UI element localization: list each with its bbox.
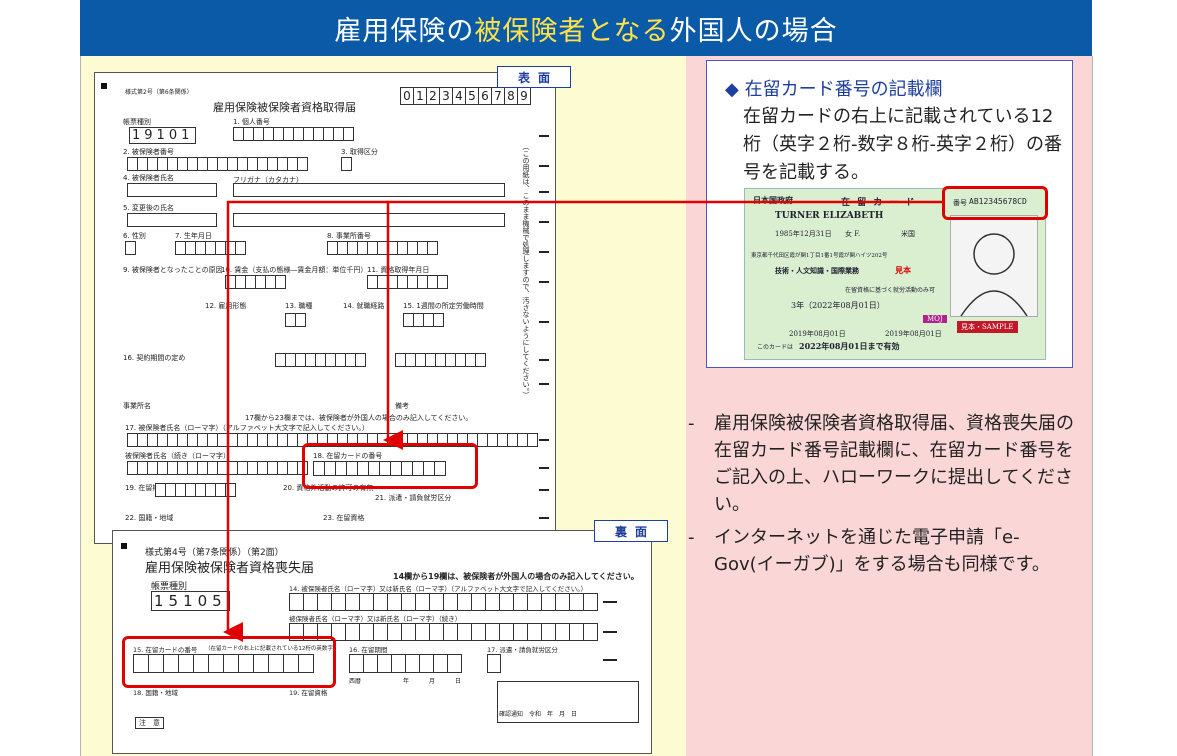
bullet-2: インターネットを通じた電子申請「e-Gov(イーガブ)」をする場合も同様です。 bbox=[714, 527, 1050, 575]
bullet-marker-1: - bbox=[688, 413, 695, 434]
arrow-to-front bbox=[383, 200, 942, 450]
bullet-marker-2: - bbox=[688, 527, 695, 548]
bullet-1: 雇用保険被保険者資格取得届、資格喪失届の在留カード番号記載欄に、在留カード番号を… bbox=[714, 413, 1074, 515]
connector-arrows bbox=[223, 200, 942, 642]
arrow-to-back bbox=[223, 200, 388, 642]
